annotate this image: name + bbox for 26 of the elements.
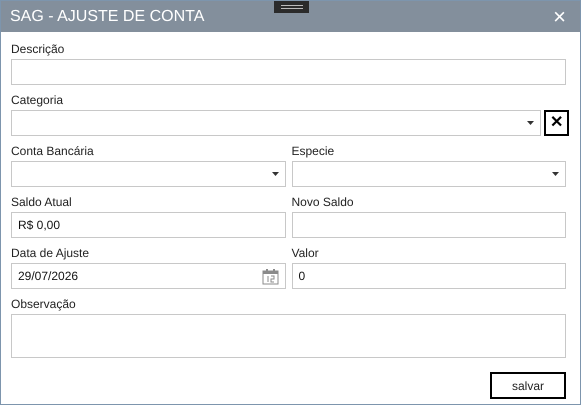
clear-button[interactable]: ✕ <box>544 110 569 136</box>
window-title: SAG - AJUSTE DE CONTA <box>10 6 204 26</box>
dropdown-arrow-icon <box>552 172 559 176</box>
field-label: Saldo Atual <box>11 194 72 211</box>
field-label: Observação <box>11 296 76 313</box>
field-label: Categoria <box>11 92 64 109</box>
text-field[interactable] <box>11 59 566 85</box>
text-field[interactable]: 0 <box>292 263 566 289</box>
field-label: Novo Saldo <box>292 194 354 211</box>
dropdown-arrow-icon <box>527 121 534 125</box>
field-label: Data de Ajuste <box>11 245 90 262</box>
dropdown-field[interactable] <box>11 161 286 187</box>
date-field[interactable]: 29/07/2026 <box>11 263 286 289</box>
field-label: Conta Bancária <box>11 143 94 160</box>
field-label: Valor <box>292 245 319 262</box>
dropdown-field[interactable] <box>292 161 566 187</box>
save-button[interactable]: salvar <box>490 372 566 399</box>
drag-handle-icon[interactable] <box>274 1 309 13</box>
field-label: Especie <box>292 143 334 160</box>
text-field[interactable] <box>292 212 566 238</box>
text-area[interactable] <box>11 314 566 358</box>
field-label: Descrição <box>11 41 64 58</box>
calendar-icon[interactable] <box>262 268 278 284</box>
text-field[interactable]: R$ 0,00 <box>11 212 286 238</box>
dropdown-arrow-icon <box>272 172 278 176</box>
dropdown-field[interactable] <box>11 110 541 136</box>
